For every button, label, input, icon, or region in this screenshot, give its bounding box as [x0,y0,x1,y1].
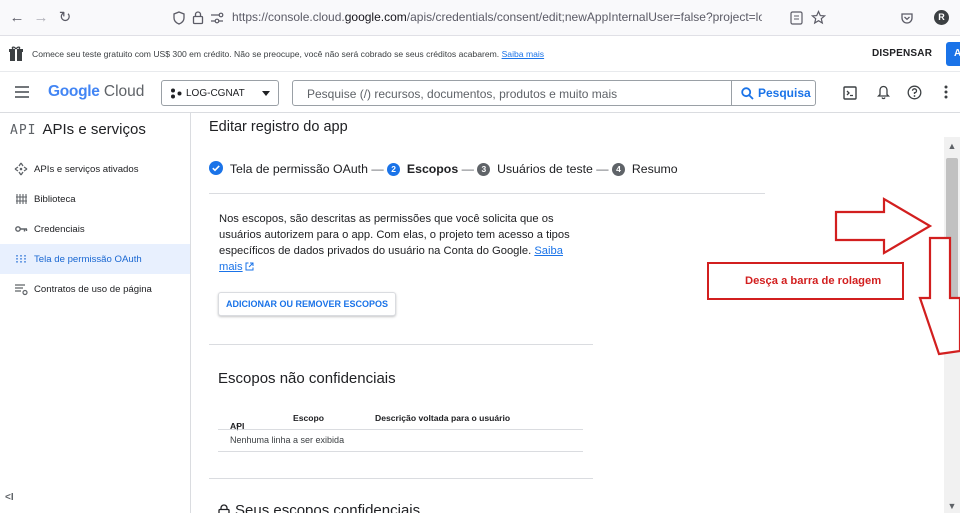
scroll-up-icon[interactable]: ▲ [944,139,960,153]
url-text: https://console.cloud.google.com/apis/cr… [232,10,762,24]
scroll-down-icon[interactable]: ▼ [944,499,960,513]
table-header: API ↑ Escopo Descrição voltada para o us… [218,405,583,433]
add-remove-scopes-button[interactable]: ADICIONAR OU REMOVER ESCOPOS [218,292,396,316]
search-bar[interactable]: Pesquise (/) recursos, documentos, produ… [292,80,816,106]
api-icon: API [10,123,37,138]
sidebar-item-label: Biblioteca [34,194,76,205]
logo-cloud-text: Cloud [103,83,145,100]
step-oauth-consent[interactable]: Tela de permissão OAuth [209,161,368,176]
browser-toolbar: ← → ↻ https://console.cloud.google.com/a… [0,0,960,36]
sidebar-item-oauth-consent[interactable]: Tela de permissão OAuth [0,244,190,274]
help-icon[interactable] [907,85,922,100]
pocket-icon[interactable] [900,11,914,25]
sidebar-item-label: Contratos de uso de página [34,284,152,295]
google-cloud-logo[interactable]: Google Cloud [48,83,144,101]
chevron-down-icon [262,91,270,96]
sidebar-item-label: APIs e serviços ativados [34,164,139,175]
page-title: Editar registro do app [209,119,348,135]
divider [209,344,593,345]
forward-icon[interactable]: → [32,9,50,27]
annotation-text: Desça a barra de rolagem [745,275,882,287]
more-vert-icon[interactable] [944,85,948,99]
step-number: 3 [477,163,491,176]
external-link-icon [245,262,254,271]
step-scopes[interactable]: 2 Escopos [387,162,458,176]
sensitive-scopes-title: Seus escopos confidenciais [218,502,420,513]
hamburger-menu-icon[interactable] [15,86,29,98]
lock-icon [218,504,230,513]
sidebar-item-label: Tela de permissão OAuth [34,254,142,265]
lock-icon [192,11,204,25]
search-input[interactable]: Pesquise (/) recursos, documentos, produ… [307,87,617,101]
col-scope-header: Escopo [293,413,325,423]
sidebar: API APIs e serviços APIs e serviços ativa… [0,113,191,513]
collapse-sidebar-button[interactable]: <I [5,492,14,503]
stepper: Tela de permissão OAuth — 2 Escopos — 3 … [209,161,678,177]
learn-more-link[interactable]: Saiba mais [502,49,545,59]
sidebar-item-credentials[interactable]: Credenciais [0,214,190,244]
step-label: Usuários de teste [497,162,593,176]
sidebar-header: API APIs e serviços [10,121,146,138]
project-name: LOG-CGNAT [186,88,245,99]
annotation-note: Desça a barra de rolagem [707,262,904,300]
check-circle-icon [209,161,223,175]
key-icon [15,226,28,232]
permissions-icon [211,12,224,24]
scopes-table: API ↑ Escopo Descrição voltada para o us… [218,405,583,452]
step-number: 4 [612,163,625,176]
divider [209,478,593,479]
sidebar-item-label: Credenciais [34,224,85,235]
bookmark-star-icon[interactable] [811,10,826,25]
sidebar-item-enabled-apis[interactable]: APIs e serviços ativados [0,154,190,184]
search-button[interactable]: Pesquisa [731,81,815,105]
reload-icon[interactable]: ↻ [56,9,74,27]
table-empty-row: Nenhuma linha a ser exibida [218,430,583,452]
step-label: Tela de permissão OAuth [229,162,368,176]
sidebar-item-library[interactable]: Biblioteca [0,184,190,214]
step-label: Resumo [631,162,678,176]
sidebar-item-page-agreements[interactable]: Contratos de uso de página [0,274,190,304]
col-api-header[interactable]: API ↑ [230,413,244,433]
step-summary[interactable]: 4 Resumo [612,162,678,176]
gift-icon [9,46,23,61]
trial-banner: Comece seu teste gratuito com US$ 300 em… [0,36,960,72]
scopes-description: Nos escopos, são descritas as permissões… [219,213,570,273]
col-description-header: Descrição voltada para o usuário [375,413,511,423]
shield-icon [173,11,185,25]
dismiss-button[interactable]: DISPENSAR [872,48,932,59]
step-number: 2 [387,163,401,176]
annotation-down-arrow-icon [918,236,960,356]
sidebar-title: APIs e serviços [42,121,146,138]
address-bar[interactable]: https://console.cloud.google.com/apis/cr… [168,5,836,31]
console-header: Google Cloud LOG-CGNAT Pesquise (/) recu… [0,72,960,113]
sort-arrow-up-icon: ↑ [234,421,241,433]
non-sensitive-scopes-title: Escopos não confidenciais [218,370,396,387]
cloud-shell-icon[interactable] [843,86,857,100]
logo-google-text: Google [48,83,100,100]
profile-avatar[interactable]: R [934,10,949,25]
project-nodes-icon [171,88,182,99]
step-label: Escopos [406,162,459,176]
diamond-icon [14,162,28,176]
divider [209,193,765,194]
settings-list-icon [15,284,28,296]
activate-button[interactable]: A [946,42,960,66]
back-icon[interactable]: ← [8,9,26,27]
notifications-icon[interactable] [877,85,890,100]
trial-banner-text: Comece seu teste gratuito com US$ 300 em… [32,49,545,59]
reader-view-icon[interactable] [790,11,803,25]
project-selector[interactable]: LOG-CGNAT [161,80,279,106]
search-icon [741,87,754,100]
search-button-label: Pesquisa [758,86,811,100]
consent-icon [16,255,26,263]
step-test-users[interactable]: 3 Usuários de teste [477,162,593,176]
library-icon [16,194,27,204]
